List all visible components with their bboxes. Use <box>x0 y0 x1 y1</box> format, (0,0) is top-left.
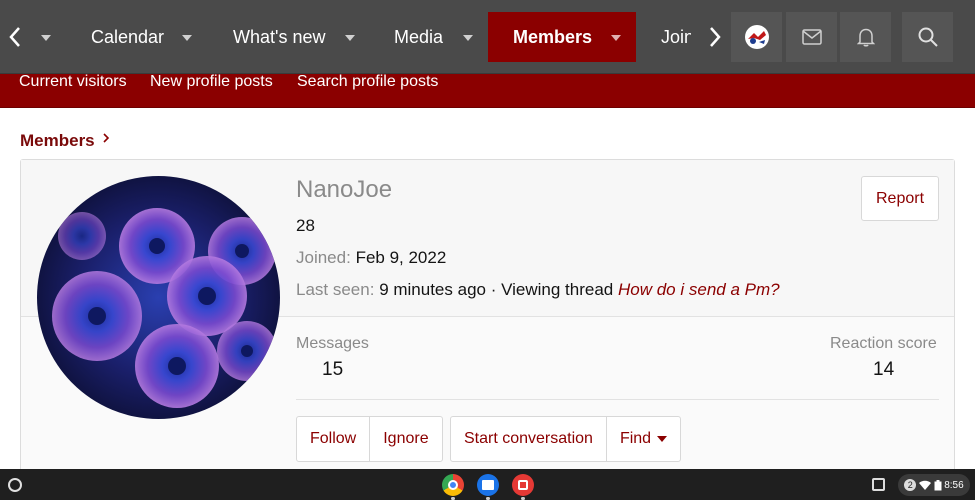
joined-date: Feb 9, 2022 <box>355 248 447 267</box>
follow-ignore-group: Follow Ignore <box>296 416 443 462</box>
status-tray[interactable]: 2 8:56 <box>898 474 970 496</box>
chevron-down-icon[interactable] <box>345 35 355 41</box>
subnav-search-profile-posts[interactable]: Search profile posts <box>297 74 438 90</box>
battery-icon <box>934 479 942 490</box>
subnav-new-profile-posts[interactable]: New profile posts <box>150 74 273 90</box>
search-button[interactable] <box>902 12 953 62</box>
reaction-score-value[interactable]: 14 <box>873 359 894 381</box>
member-username: NanoJoe <box>296 176 393 203</box>
breadcrumb[interactable]: Members <box>20 131 95 151</box>
account-avatar-button[interactable] <box>731 12 782 62</box>
member-last-seen: Last seen: 9 minutes ago · Viewing threa… <box>296 280 780 300</box>
nav-whats-new-label: What's new <box>233 26 326 47</box>
chevron-down-icon[interactable] <box>41 35 51 41</box>
nav-calendar[interactable]: Calendar <box>91 12 164 62</box>
activity-text: · Viewing thread <box>490 280 614 299</box>
reaction-score-label: Reaction score <box>830 335 937 352</box>
nav-members[interactable]: Members <box>488 12 636 62</box>
divider <box>296 399 939 400</box>
member-avatar[interactable] <box>37 176 280 419</box>
messages-label: Messages <box>296 335 369 352</box>
sub-navigation: Current visitors New profile posts Searc… <box>0 74 975 108</box>
alerts-button[interactable] <box>840 12 891 62</box>
scroll-right-icon[interactable] <box>700 12 730 62</box>
nav-join[interactable]: Join <box>661 12 691 62</box>
chevron-down-icon[interactable] <box>182 35 192 41</box>
last-seen-label: Last seen: <box>296 280 375 299</box>
coral-avatar-icon <box>37 176 280 419</box>
bell-icon <box>856 28 875 47</box>
find-button[interactable]: Find <box>607 417 680 461</box>
chevron-down-icon[interactable] <box>611 35 621 41</box>
activity-thread-link[interactable]: How do i send a Pm? <box>618 280 780 299</box>
files-icon[interactable] <box>477 474 499 496</box>
chevron-right-icon <box>102 131 110 147</box>
scroll-left-icon[interactable] <box>0 12 30 62</box>
member-age: 28 <box>296 216 315 235</box>
screen-capture-icon[interactable] <box>512 474 534 496</box>
start-conversation-button[interactable]: Start conversation <box>451 417 607 461</box>
last-seen-time: 9 minutes ago <box>379 280 486 299</box>
subnav-current-visitors[interactable]: Current visitors <box>19 74 127 90</box>
inbox-button[interactable] <box>786 12 837 62</box>
conversation-find-group: Start conversation Find <box>450 416 682 462</box>
nav-media-label: Media <box>394 26 444 47</box>
top-navigation: Calendar What's new Media Members Join <box>0 0 975 74</box>
launcher-icon[interactable] <box>8 478 22 492</box>
clock: 8:56 <box>944 479 964 491</box>
follow-button[interactable]: Follow <box>297 417 371 461</box>
user-avatar-icon <box>744 25 769 49</box>
nav-calendar-label: Calendar <box>91 26 165 47</box>
find-label: Find <box>619 430 652 447</box>
nav-whats-new[interactable]: What's new <box>233 12 325 62</box>
overview-icon[interactable] <box>872 478 885 491</box>
envelope-icon <box>801 29 822 45</box>
search-icon <box>918 27 938 47</box>
report-button[interactable]: Report <box>861 176 939 221</box>
caret-down-icon <box>657 436 668 442</box>
ignore-button[interactable]: Ignore <box>370 417 441 461</box>
chrome-icon[interactable] <box>442 474 464 496</box>
chevron-down-icon[interactable] <box>463 35 473 41</box>
member-joined: Joined: Feb 9, 2022 <box>296 248 446 268</box>
joined-label: Joined: <box>296 248 351 267</box>
nav-members-label: Members <box>513 26 593 47</box>
wifi-icon <box>918 480 931 490</box>
notification-count: 2 <box>904 479 917 491</box>
nav-join-label: Join <box>661 26 691 47</box>
messages-count[interactable]: 15 <box>322 359 343 381</box>
nav-media[interactable]: Media <box>394 12 443 62</box>
